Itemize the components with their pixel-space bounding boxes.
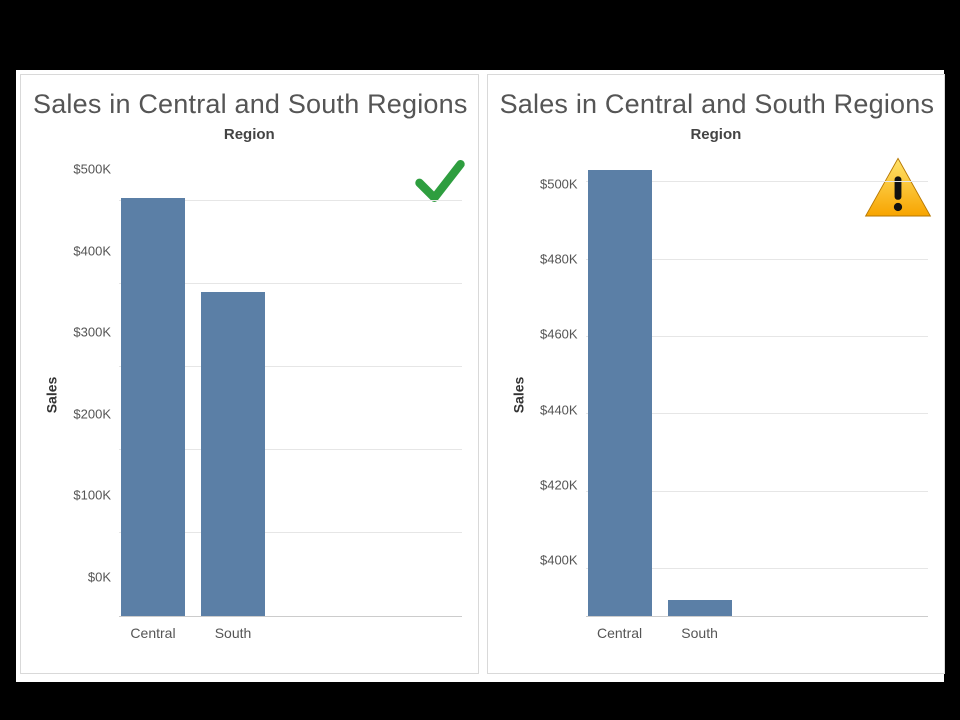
bar-south: [201, 292, 265, 616]
bar-south: [668, 600, 732, 616]
y-tick: $460K: [528, 327, 578, 342]
y-tick: $400K: [528, 553, 578, 568]
bar-central: [121, 198, 185, 616]
y-tick: $420K: [528, 477, 578, 492]
y-tick: $500K: [61, 162, 111, 177]
y-tick: $200K: [61, 406, 111, 421]
x-label: Central: [121, 625, 185, 641]
chart-title: Sales in Central and South Regions: [500, 89, 935, 120]
x-label: South: [668, 625, 732, 641]
x-axis-labels: Central South: [119, 621, 462, 641]
x-label: South: [201, 625, 265, 641]
chart-title: Sales in Central and South Regions: [33, 89, 468, 120]
bar-central: [588, 170, 652, 616]
plot-area: [119, 159, 462, 617]
chart-subtitle: Region: [31, 126, 468, 143]
y-axis-ticks: $500K $480K $460K $440K $420K $400K: [528, 145, 578, 617]
y-tick: $300K: [61, 325, 111, 340]
x-label: Central: [588, 625, 652, 641]
y-tick: $400K: [61, 243, 111, 258]
plot-area: [586, 159, 929, 617]
y-tick: $500K: [528, 176, 578, 191]
stage: Sales in Central and South Regions Regio…: [16, 70, 944, 682]
warning-chart-panel: Sales in Central and South Regions Regio…: [487, 74, 946, 674]
y-tick: $440K: [528, 402, 578, 417]
good-chart-panel: Sales in Central and South Regions Regio…: [20, 74, 479, 674]
y-axis-title: Sales: [43, 377, 59, 414]
x-axis-labels: Central South: [586, 621, 929, 641]
y-tick: $100K: [61, 488, 111, 503]
y-axis-title: Sales: [510, 377, 526, 414]
y-tick: $480K: [528, 251, 578, 266]
chart-subtitle: Region: [498, 126, 935, 143]
y-tick: $0K: [61, 569, 111, 584]
chart-area: Sales $500K $480K $460K $440K $420K $400…: [498, 145, 935, 645]
y-axis-ticks: $500K $400K $300K $200K $100K $0K: [61, 145, 111, 617]
chart-area: Sales $500K $400K $300K $200K $100K $0K …: [31, 145, 468, 645]
